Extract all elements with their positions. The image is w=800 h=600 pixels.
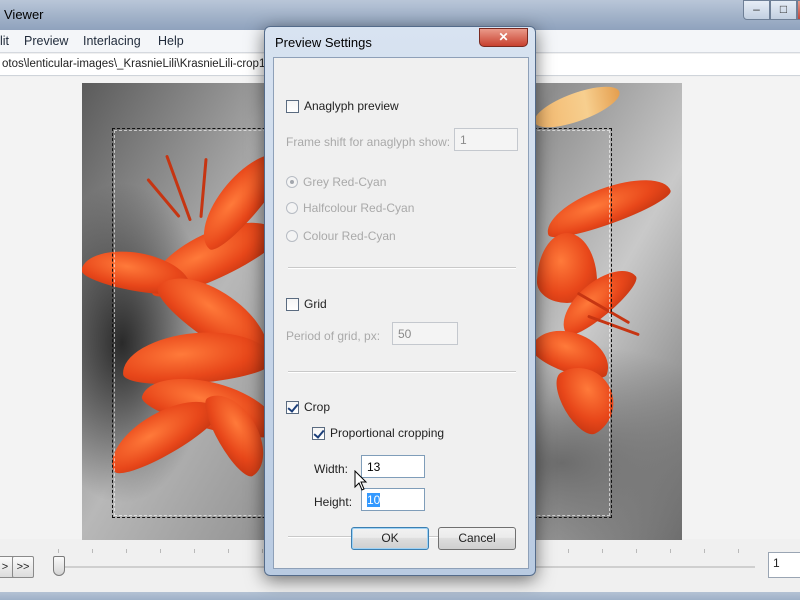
- crop-label: Crop: [304, 400, 331, 414]
- grid-period-label: Period of grid, px:: [286, 329, 381, 343]
- anaglyph-label: Anaglyph preview: [304, 99, 399, 113]
- grid-label: Grid: [304, 297, 327, 311]
- height-value-selection: 10: [367, 493, 381, 507]
- menu-help[interactable]: Help: [158, 34, 184, 48]
- grid-checkbox-row[interactable]: Grid: [286, 297, 327, 311]
- radio-colour-red-cyan[interactable]: Colour Red-Cyan: [286, 229, 396, 243]
- width-label: Width:: [314, 462, 349, 476]
- proportional-checkbox-row[interactable]: Proportional cropping: [312, 426, 444, 440]
- file-path: otos\lenticular-images\_KrasnieLili\Kras…: [2, 58, 266, 70]
- proportional-checkbox[interactable]: [312, 426, 325, 440]
- height-label: Height:: [314, 495, 353, 509]
- radio-colour-red-cyan-label: Colour Red-Cyan: [303, 229, 396, 243]
- window-title: Viewer: [4, 7, 44, 22]
- crop-checkbox-row[interactable]: Crop: [286, 400, 330, 414]
- menu-edit[interactable]: lit: [0, 34, 9, 48]
- radio-colour-red-cyan-button[interactable]: [286, 230, 298, 242]
- dialog-close-button[interactable]: ✕: [479, 28, 528, 47]
- ok-button[interactable]: OK: [351, 527, 429, 550]
- maximize-button[interactable]: □: [770, 0, 797, 20]
- anaglyph-checkbox[interactable]: [286, 99, 299, 113]
- dialog-body: Anaglyph preview Frame shift for anaglyp…: [273, 57, 529, 569]
- separator: [288, 267, 516, 269]
- menu-preview[interactable]: Preview: [24, 34, 68, 48]
- frame-slider-thumb[interactable]: [53, 556, 65, 576]
- frame-shift-field[interactable]: 1: [454, 128, 518, 151]
- radio-grey-red-cyan[interactable]: Grey Red-Cyan: [286, 175, 386, 189]
- anaglyph-checkbox-row[interactable]: Anaglyph preview: [286, 99, 399, 113]
- grid-period-field[interactable]: 50: [392, 322, 458, 345]
- frame-number-field[interactable]: 1: [768, 552, 800, 578]
- status-bar: [0, 592, 800, 600]
- radio-grey-red-cyan-button[interactable]: [286, 176, 298, 188]
- radio-halfcolour-red-cyan-button[interactable]: [286, 202, 298, 214]
- radio-grey-red-cyan-label: Grey Red-Cyan: [303, 175, 387, 189]
- height-field[interactable]: 10: [361, 488, 425, 511]
- dialog-title: Preview Settings: [275, 35, 372, 50]
- crop-checkbox[interactable]: [286, 400, 299, 414]
- width-field[interactable]: 13: [361, 455, 425, 478]
- arrow-pointer-icon: [354, 470, 368, 491]
- frame-shift-label: Frame shift for anaglyph show:: [286, 135, 451, 149]
- preview-settings-dialog: Preview Settings ✕ Anaglyph preview Fram…: [264, 26, 536, 576]
- minimize-button[interactable]: –: [743, 0, 770, 20]
- separator: [288, 371, 516, 373]
- last-frame-button[interactable]: >>: [12, 556, 34, 578]
- radio-halfcolour-red-cyan[interactable]: Halfcolour Red-Cyan: [286, 201, 414, 215]
- grid-checkbox[interactable]: [286, 297, 299, 311]
- proportional-label: Proportional cropping: [330, 426, 445, 440]
- cancel-button[interactable]: Cancel: [438, 527, 516, 550]
- menu-interlacing[interactable]: Interlacing: [83, 34, 141, 48]
- radio-halfcolour-red-cyan-label: Halfcolour Red-Cyan: [303, 201, 415, 215]
